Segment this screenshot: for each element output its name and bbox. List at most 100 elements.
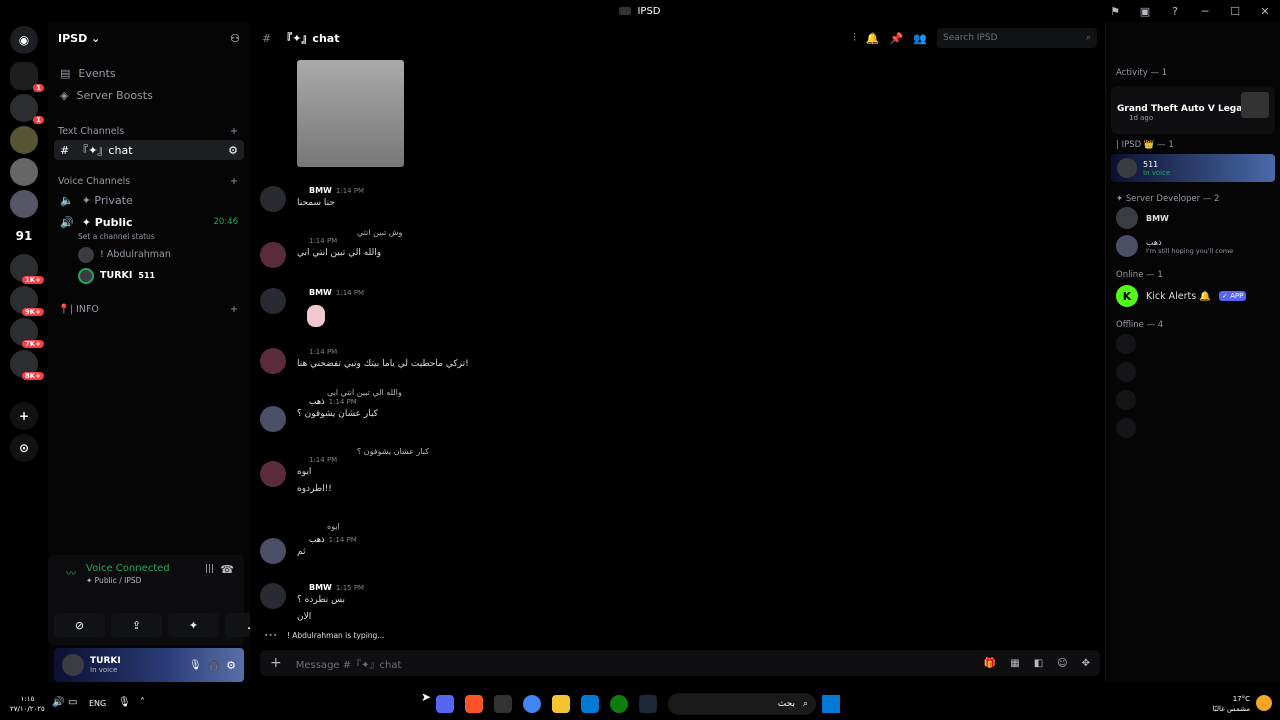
gif-icon[interactable]: ▦ [1010, 658, 1019, 669]
settings-icon[interactable]: ⚙ [226, 659, 244, 672]
help-icon[interactable]: ? [1160, 5, 1190, 18]
inbox-icon[interactable]: ⚑ [1100, 5, 1130, 18]
member-row[interactable]: ذهب I'm still hoping you'll come [1106, 232, 1280, 260]
file-explorer-icon[interactable] [552, 695, 570, 713]
gif-image[interactable] [297, 60, 404, 167]
avatar[interactable] [260, 288, 286, 314]
avatar[interactable] [260, 348, 286, 374]
user-panel[interactable]: TURKI In voice 🎙 🎧 ⚙ [54, 648, 244, 682]
close-button[interactable]: ✕ [1250, 5, 1280, 18]
steam-icon[interactable] [639, 695, 657, 713]
author-name[interactable]: BMW [309, 288, 332, 297]
discord-home-icon[interactable]: ◉ [10, 26, 38, 54]
message-input[interactable]: + Message #『✦』chat 🎁 ▦ ◧ ☺ ✥ [260, 650, 1100, 676]
weather-widget[interactable]: 17°C مشمس غالبًا [1213, 694, 1250, 714]
camera-off-button[interactable]: ⊘ [54, 613, 105, 637]
author-name[interactable]: ذهب [309, 535, 325, 544]
microphone-icon[interactable]: 🎙 [189, 660, 202, 671]
server-header[interactable]: IPSD ⌄ ⚇ [48, 22, 250, 54]
store-icon[interactable] [581, 695, 599, 713]
server-icon[interactable]: 7K+ [10, 318, 44, 348]
download-icon[interactable]: ▣ [1130, 5, 1160, 18]
voice-user[interactable]: TURKI 511 [48, 265, 250, 286]
activities-button[interactable]: ✦ [168, 613, 219, 637]
signal-icon[interactable]: 〰 [66, 565, 76, 580]
noise-suppression-icon[interactable]: ||| [205, 564, 214, 574]
apps-icon[interactable]: ✥ [1082, 658, 1090, 669]
clock[interactable]: ١:١٥ ٢٧/١٠/٢٠٢٥ [10, 694, 45, 714]
avatar[interactable] [260, 186, 286, 212]
member-row[interactable]: BMW [1106, 204, 1280, 232]
server-icon[interactable]: 91 [10, 222, 38, 250]
windows-start-icon[interactable] [822, 695, 840, 713]
gift-icon[interactable]: 🎁 [984, 658, 996, 669]
bell-icon[interactable]: 🔔 [866, 32, 880, 45]
search-input[interactable]: Search IPSD ⌕ [937, 28, 1097, 48]
server-icon[interactable] [10, 126, 38, 154]
add-channel-icon[interactable]: + [230, 176, 238, 187]
brave-icon[interactable] [465, 695, 483, 713]
sidebar-item-events[interactable]: ▤ Events [48, 62, 250, 84]
member-row[interactable]: 511 In voice [1111, 154, 1275, 182]
author-name[interactable]: BMW [309, 186, 332, 195]
server-icon[interactable]: 8K+ [10, 350, 44, 380]
server-icon[interactable] [10, 158, 38, 186]
disconnect-icon[interactable]: ☎ [220, 563, 234, 576]
volume-icon[interactable]: 🔊 [52, 697, 64, 708]
headphones-icon[interactable]: 🎧 [208, 660, 220, 671]
avatar[interactable] [260, 461, 286, 487]
network-icon[interactable]: ▭ [68, 697, 77, 708]
reply-preview[interactable]: ايوه [297, 522, 357, 531]
add-server-icon[interactable]: + [10, 402, 38, 430]
add-channel-icon[interactable]: + [230, 304, 238, 315]
category-voice-channels[interactable]: Voice Channels + [48, 172, 250, 190]
pin-icon[interactable]: 📌 [890, 32, 904, 45]
member-row[interactable] [1106, 358, 1280, 386]
channel-chat[interactable]: # 『✦』chat ⚙ [54, 140, 244, 160]
xbox-icon[interactable] [610, 695, 628, 713]
chrome-icon[interactable] [523, 695, 541, 713]
language-indicator[interactable]: ENG [89, 699, 106, 708]
discord-icon[interactable] [436, 695, 454, 713]
server-icon[interactable] [10, 190, 38, 218]
channel-private[interactable]: 🔈 ✦ Private [54, 190, 244, 210]
threads-icon[interactable]: ⫶ [853, 31, 856, 45]
settings-icon[interactable]: ⚙ [228, 144, 238, 157]
maximize-button[interactable]: ☐ [1220, 5, 1250, 18]
author-name[interactable]: BMW [309, 583, 332, 592]
reply-preview[interactable]: والله الي تبين انتي ابي [297, 388, 402, 397]
voice-location[interactable]: ✦ Public / IPSD [86, 576, 141, 585]
server-icon[interactable]: 1 [10, 94, 44, 124]
member-row[interactable] [1106, 386, 1280, 414]
microphone-tray-icon[interactable]: 🎙 [118, 697, 131, 708]
reply-preview[interactable]: كبار عشان يشوفون ؟ [297, 447, 429, 456]
add-channel-icon[interactable]: + [230, 126, 238, 137]
server-icon[interactable]: 1 [10, 62, 44, 92]
category-info[interactable]: 📍| INFO + [48, 300, 250, 318]
author-name[interactable]: ذهب [309, 397, 325, 406]
channel-status[interactable]: Set a channel status [48, 232, 250, 244]
chevron-up-icon[interactable]: ˄ [140, 697, 145, 708]
avatar[interactable] [260, 538, 286, 564]
discover-icon[interactable]: ⊙ [10, 434, 38, 462]
channel-public[interactable]: 🔊 ✦ Public 20:46 [54, 212, 244, 232]
category-text-channels[interactable]: Text Channels + [48, 122, 250, 140]
screen-share-button[interactable]: ⇪ [111, 613, 162, 637]
avatar[interactable] [260, 406, 286, 432]
app-icon[interactable] [494, 695, 512, 713]
members-icon[interactable]: 👥 [913, 32, 927, 45]
avatar[interactable] [260, 242, 286, 268]
sticker-icon[interactable]: ◧ [1034, 658, 1043, 669]
member-row[interactable] [1106, 330, 1280, 358]
member-row[interactable] [1106, 414, 1280, 442]
minimize-button[interactable]: ─ [1190, 5, 1220, 18]
sidebar-item-boosts[interactable]: ◈ Server Boosts [48, 84, 250, 106]
avatar[interactable] [260, 583, 286, 609]
sticker-image[interactable] [307, 305, 325, 327]
taskbar-search[interactable]: بحث ⌕ [668, 693, 816, 715]
member-row[interactable]: K Kick Alerts 🔔 ✓ APP [1106, 282, 1280, 310]
add-attachment-icon[interactable]: + [270, 655, 282, 671]
server-icon[interactable]: 1K+ [10, 254, 44, 284]
voice-user[interactable]: ! Abdulrahman [48, 244, 250, 265]
invite-icon[interactable]: ⚇ [230, 32, 240, 45]
